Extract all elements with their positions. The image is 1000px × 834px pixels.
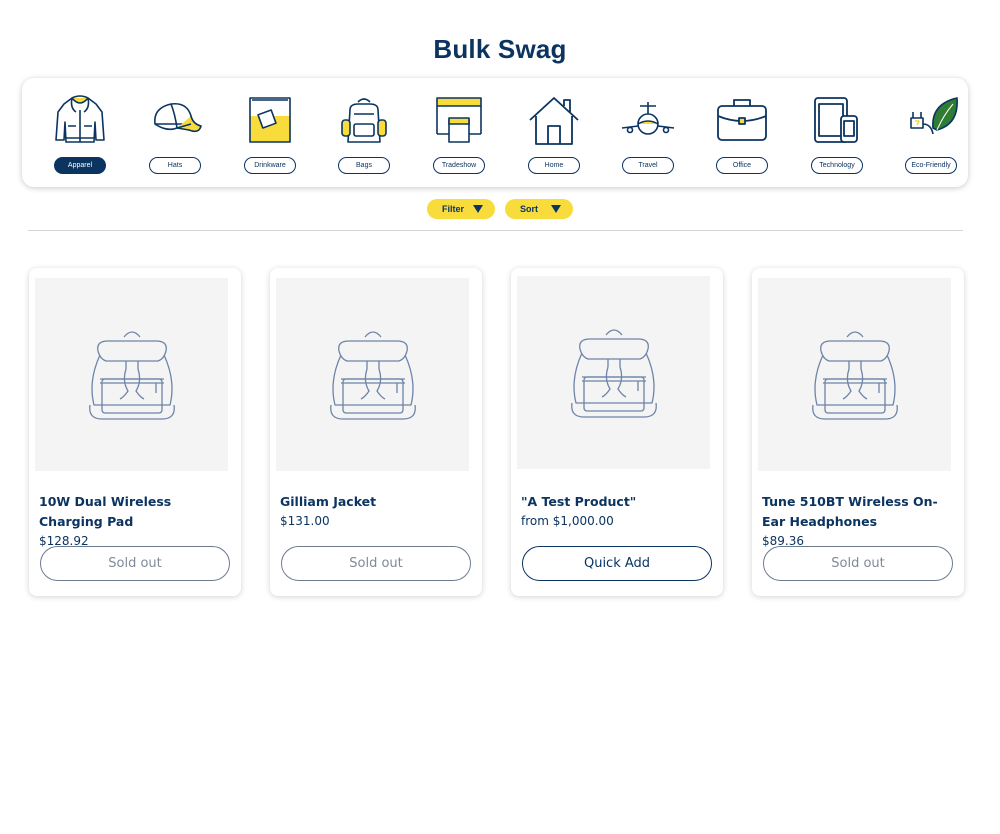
- leaf-plug-icon: [910, 97, 958, 135]
- category-apparel[interactable]: Apparel: [38, 78, 122, 187]
- category-label: Hats: [149, 157, 201, 174]
- sold-out-button[interactable]: Sold out: [763, 546, 953, 581]
- product-name[interactable]: Tune 510BT Wireless On-Ear Headphones: [762, 492, 958, 532]
- category-label: Technology: [811, 157, 863, 174]
- category-home[interactable]: Home: [512, 78, 596, 187]
- caret-down-icon: [473, 205, 483, 213]
- product-image[interactable]: [35, 278, 228, 471]
- backpack-placeholder-icon: [811, 330, 898, 420]
- airplane-icon: [621, 102, 675, 135]
- category-label: Office: [716, 157, 768, 174]
- house-icon: [529, 97, 579, 145]
- page-title: Bulk Swag: [433, 34, 567, 64]
- backpack-placeholder-icon: [570, 328, 657, 418]
- category-label: Tradeshow: [433, 157, 485, 174]
- caret-down-icon: [551, 205, 561, 213]
- product-price: $131.00: [280, 514, 330, 528]
- category-hats[interactable]: Hats: [133, 78, 217, 187]
- category-tradeshow[interactable]: Tradeshow: [417, 78, 501, 187]
- category-bags[interactable]: Bags: [322, 78, 406, 187]
- sort-label: Sort: [520, 204, 538, 214]
- hoodie-icon: [55, 95, 105, 143]
- product-name[interactable]: Gilliam Jacket: [280, 492, 476, 512]
- category-label: Eco-Friendly: [905, 157, 957, 174]
- quick-add-button[interactable]: Quick Add: [522, 546, 712, 581]
- product-image[interactable]: [758, 278, 951, 471]
- sort-button[interactable]: Sort: [505, 199, 573, 219]
- category-office[interactable]: Office: [700, 78, 784, 187]
- category-label: Drinkware: [244, 157, 296, 174]
- product-image[interactable]: [517, 276, 710, 469]
- briefcase-icon: [717, 99, 767, 141]
- backpack-icon: [341, 98, 387, 143]
- product-image[interactable]: [276, 278, 469, 471]
- product-name[interactable]: 10W Dual Wireless Charging Pad: [39, 492, 235, 532]
- category-label: Bags: [338, 157, 390, 174]
- cap-icon: [154, 102, 202, 133]
- divider: [28, 230, 963, 231]
- backpack-placeholder-icon: [329, 330, 416, 420]
- category-label: Apparel: [54, 157, 106, 174]
- product-card[interactable]: Gilliam Jacket $131.00 Sold out: [270, 268, 482, 596]
- product-price: from $1,000.00: [521, 514, 614, 528]
- category-eco-friendly[interactable]: Eco-Friendly: [889, 78, 973, 187]
- category-label: Travel: [622, 157, 674, 174]
- product-card[interactable]: 10W Dual Wireless Charging Pad $128.92 S…: [29, 268, 241, 596]
- devices-icon: [814, 97, 858, 143]
- filter-label: Filter: [442, 204, 465, 214]
- category-bar: Apparel Hats Drinkware Bags Tradeshow Ho…: [22, 78, 968, 187]
- booth-icon: [436, 97, 482, 143]
- category-technology[interactable]: Technology: [795, 78, 879, 187]
- sold-out-button[interactable]: Sold out: [281, 546, 471, 581]
- product-name[interactable]: "A Test Product": [521, 492, 717, 512]
- category-label: Home: [528, 157, 580, 174]
- glass-icon: [249, 97, 291, 143]
- category-drinkware[interactable]: Drinkware: [228, 78, 312, 187]
- filter-button[interactable]: Filter: [427, 199, 495, 219]
- product-card[interactable]: "A Test Product" from $1,000.00 Quick Ad…: [511, 268, 723, 596]
- category-travel[interactable]: Travel: [606, 78, 690, 187]
- backpack-placeholder-icon: [88, 330, 175, 420]
- sold-out-button[interactable]: Sold out: [40, 546, 230, 581]
- product-card[interactable]: Tune 510BT Wireless On-Ear Headphones $8…: [752, 268, 964, 596]
